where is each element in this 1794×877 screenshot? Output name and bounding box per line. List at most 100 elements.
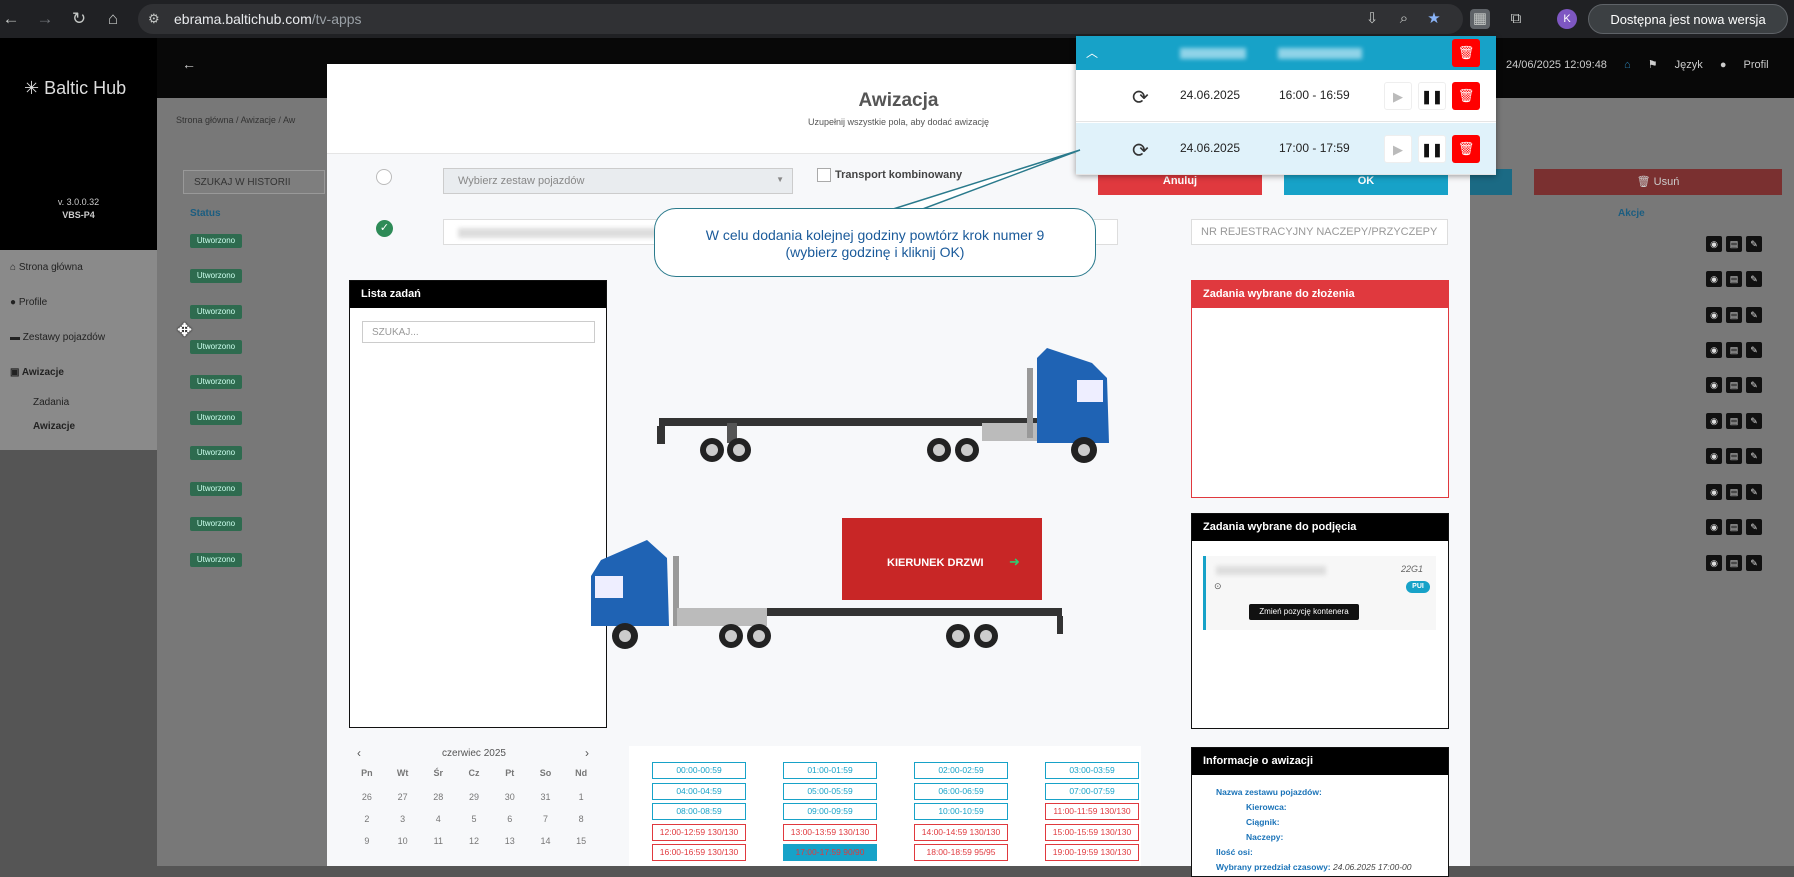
forward-icon[interactable]: → [36,10,54,28]
pdf-icon[interactable]: ▤ [1726,342,1742,358]
play-icon[interactable]: ▶ [1384,135,1412,163]
edit-icon[interactable]: ✎ [1746,484,1762,500]
delete-button[interactable]: 🗑 Usuń [1534,169,1782,195]
pdf-icon[interactable]: ▤ [1726,519,1742,535]
time-slot[interactable]: 19:00-19:59 130/130 [1045,844,1139,861]
trash-icon[interactable]: 🗑 [1452,39,1480,67]
time-slot[interactable]: 16:00-16:59 130/130 [652,844,746,861]
time-slot[interactable]: 09:00-09:59 [783,803,877,820]
trash-icon[interactable]: 🗑 [1452,82,1480,110]
calendar-day[interactable]: 30 [492,792,528,802]
eye-icon[interactable]: ◉ [1706,484,1722,500]
collapse-menu-icon[interactable]: ← [182,56,196,72]
calendar-day[interactable]: 13 [492,836,528,846]
calendar-day[interactable]: 28 [420,792,456,802]
calendar-day[interactable]: 12 [456,836,492,846]
calendar-day[interactable]: 27 [385,792,421,802]
edit-icon[interactable]: ✎ [1746,271,1762,287]
chrome-update-button[interactable]: Dostępna jest nowa wersja Chrome [1588,4,1788,57]
edit-icon[interactable]: ✎ [1746,519,1762,535]
task-search-input[interactable]: SZUKAJ... [362,321,595,343]
calendar-day[interactable]: 9 [349,836,385,846]
pdf-icon[interactable]: ▤ [1726,448,1742,464]
sidebar-item-tasks[interactable]: Zadania [33,397,69,408]
pdf-icon[interactable]: ▤ [1726,236,1742,252]
reload-icon[interactable]: ↻ [70,10,88,28]
pause-icon[interactable]: ❚❚ [1418,82,1446,110]
vehicle-set-select[interactable]: Wybierz zestaw pojazdów ▼ [443,168,793,194]
pdf-icon[interactable]: ▤ [1726,307,1742,323]
eye-icon[interactable]: ◉ [1706,555,1722,571]
back-icon[interactable]: ← [2,10,20,28]
time-slot[interactable]: 15:00-15:59 130/130 [1045,823,1139,841]
next-month-icon[interactable]: › [585,746,589,760]
eye-icon[interactable]: ◉ [1706,377,1722,393]
bookmark-star-icon[interactable]: ★ [1424,9,1444,29]
time-slot[interactable]: 13:00-13:59 130/130 [783,823,877,841]
language-menu[interactable]: ⚑ Język [1648,59,1703,71]
zoom-icon[interactable]: ⌕ [1394,9,1414,29]
collapse-icon[interactable]: ︿ [1086,44,1098,61]
eye-icon[interactable]: ◉ [1706,413,1722,429]
profile-menu[interactable]: ● Profil [1720,59,1769,71]
time-slot[interactable]: 06:00-06:59 [914,782,1008,800]
eye-icon[interactable]: ◉ [1706,448,1722,464]
edit-icon[interactable]: ✎ [1746,448,1762,464]
calendar-day[interactable]: 5 [456,814,492,824]
edit-icon[interactable]: ✎ [1746,377,1762,393]
calendar-day[interactable]: 2 [349,814,385,824]
time-slot[interactable]: 03:00-03:59 [1045,762,1139,779]
time-slot[interactable]: 12:00-12:59 130/130 [652,823,746,841]
profile-avatar[interactable]: K [1557,9,1577,29]
edit-icon[interactable]: ✎ [1746,342,1762,358]
play-icon[interactable]: ▶ [1384,82,1412,110]
install-app-icon[interactable]: ⇩ [1362,9,1382,29]
home-nav-icon[interactable]: ⌂ [1624,59,1631,71]
extensions-icon[interactable]: ⧉ [1506,9,1526,29]
calendar-day[interactable]: 29 [456,792,492,802]
sidebar-item-avizations[interactable]: ▣ Awizacje [10,367,64,378]
time-slot[interactable]: 01:00-01:59 [783,762,877,779]
calendar-day[interactable]: 4 [420,814,456,824]
sidebar-item-profile[interactable]: ● Profile [10,297,47,308]
calendar-day[interactable]: 3 [385,814,421,824]
calendar-day[interactable]: 1 [563,792,599,802]
pdf-icon[interactable]: ▤ [1726,377,1742,393]
sidebar-item-avizations-sub[interactable]: Awizacje [33,421,75,432]
pdf-icon[interactable]: ▤ [1726,484,1742,500]
eye-icon[interactable]: ◉ [1706,519,1722,535]
time-slot[interactable]: 11:00-11:59 130/130 [1045,803,1139,820]
step-radio[interactable] [376,169,392,185]
time-slot[interactable]: 00:00-00:59 [652,762,746,779]
time-slot[interactable]: 08:00-08:59 [652,803,746,820]
history-search-input[interactable]: SZUKAJ W HISTORII [183,170,325,194]
address-bar[interactable]: ⚙ ebrama.baltichub.com/tv-apps [138,4,1463,34]
calendar-day[interactable]: 14 [528,836,564,846]
calendar-day[interactable]: 15 [563,836,599,846]
calendar-day[interactable]: 11 [420,836,456,846]
url-text[interactable]: ebrama.baltichub.com/tv-apps [174,11,362,27]
time-slot[interactable]: 18:00-18:59 95/95 [914,844,1008,861]
time-slot[interactable]: 10:00-10:59 [914,803,1008,820]
time-slot[interactable]: 05:00-05:59 [783,782,877,800]
time-slot[interactable]: 07:00-07:59 [1045,782,1139,800]
trailer-registration-input[interactable]: NR REJESTRACYJNY NACZEPY/PRZYCZEPY [1191,219,1448,245]
pause-icon[interactable]: ❚❚ [1418,135,1446,163]
calendar-day[interactable]: 26 [349,792,385,802]
calendar-day[interactable]: 6 [492,814,528,824]
pdf-icon[interactable]: ▤ [1726,413,1742,429]
edit-icon[interactable]: ✎ [1746,413,1762,429]
qr-extension-icon[interactable]: ▦ [1470,9,1490,29]
time-slot[interactable]: 17:00-17:59 90/90 [783,844,877,861]
change-position-tooltip[interactable]: Zmień pozycję kontenera [1249,604,1359,620]
pdf-icon[interactable]: ▤ [1726,555,1742,571]
eye-icon[interactable]: ◉ [1706,342,1722,358]
time-slot[interactable]: 02:00-02:59 [914,762,1008,779]
calendar-day[interactable]: 10 [385,836,421,846]
eye-icon[interactable]: ◉ [1706,307,1722,323]
eye-icon[interactable]: ◉ [1706,271,1722,287]
eye-icon[interactable]: ◉ [1706,236,1722,252]
calendar-day[interactable]: 8 [563,814,599,824]
site-info-icon[interactable]: ⚙ [148,11,160,27]
calendar-day[interactable]: 7 [528,814,564,824]
